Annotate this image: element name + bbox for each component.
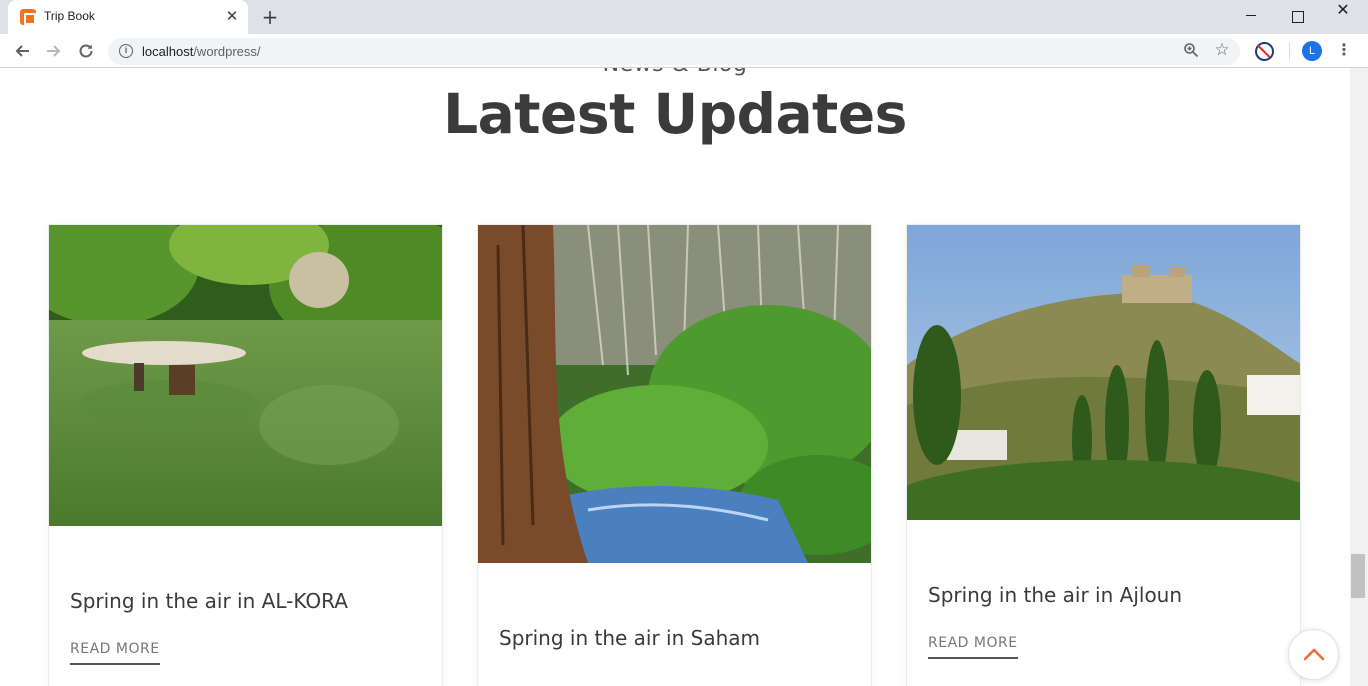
post-image-forest-pond[interactable] <box>49 225 442 526</box>
page-viewport: News & Blog Latest Updates <box>0 68 1350 686</box>
url-host: localhost <box>142 44 194 59</box>
chevron-up-icon <box>1303 648 1325 661</box>
block-extension-icon[interactable] <box>1255 42 1274 61</box>
url-path: /wordpress/ <box>193 44 261 59</box>
scroll-to-top-button[interactable] <box>1288 629 1339 680</box>
read-more-link[interactable]: READ MORE <box>928 635 1018 659</box>
info-icon[interactable]: i <box>119 44 133 58</box>
browser-tab[interactable]: Trip Book ✕ <box>8 0 248 34</box>
read-more-link[interactable]: READ MORE <box>70 641 160 665</box>
toolbar-divider <box>1289 43 1290 60</box>
minimize-button[interactable] <box>1228 0 1274 34</box>
back-arrow-icon[interactable] <box>10 39 34 63</box>
favicon-icon <box>20 9 36 25</box>
address-bar[interactable]: i localhost/wordpress/ ☆ <box>108 38 1240 65</box>
zoom-icon[interactable] <box>1182 42 1200 60</box>
maximize-button[interactable] <box>1274 0 1320 34</box>
post-title[interactable]: Spring in the air in Ajloun <box>928 583 1182 607</box>
scrollbar-thumb[interactable] <box>1351 554 1365 598</box>
section-subtitle: News & Blog <box>0 68 1350 77</box>
tab-close-icon[interactable]: ✕ <box>224 8 240 24</box>
post-title[interactable]: Spring in the air in AL-KORA <box>70 589 348 613</box>
menu-icon[interactable]: ⋮ <box>1336 39 1352 63</box>
star-icon[interactable]: ☆ <box>1212 40 1232 60</box>
post-card: Spring in the air in Ajloun READ MORE <box>906 224 1301 686</box>
browser-toolbar: i localhost/wordpress/ ☆ L ⋮ <box>0 34 1368 68</box>
url-text[interactable]: localhost/wordpress/ <box>142 44 261 59</box>
post-card: Spring in the air in AL-KORA READ MORE <box>48 224 443 686</box>
reload-icon[interactable] <box>74 39 98 63</box>
post-title[interactable]: Spring in the air in Saham <box>499 626 760 650</box>
post-image-stream[interactable] <box>478 225 871 563</box>
post-image-castle-hill[interactable] <box>907 225 1300 520</box>
avatar[interactable]: L <box>1302 41 1322 61</box>
browser-tab-bar: Trip Book ✕ + ✕ <box>0 0 1368 34</box>
window-close-button[interactable]: ✕ <box>1320 0 1366 34</box>
forward-arrow-icon[interactable] <box>42 39 66 63</box>
post-card: Spring in the air in Saham <box>477 224 872 686</box>
new-tab-button[interactable]: + <box>258 6 282 28</box>
tab-title: Trip Book <box>44 9 95 23</box>
section-title: Latest Updates <box>443 82 907 146</box>
